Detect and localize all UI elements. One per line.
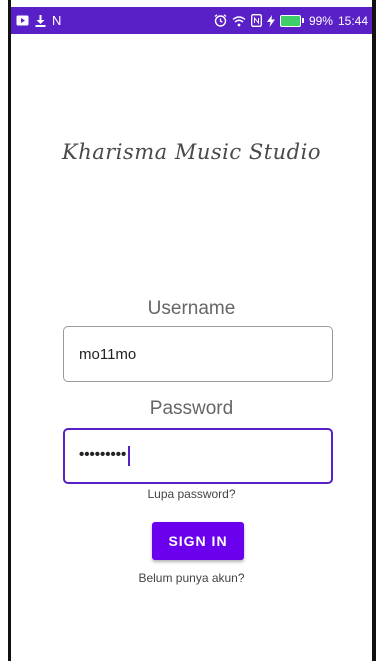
username-field[interactable]: mo11mo	[63, 326, 333, 382]
wifi-icon	[232, 13, 246, 29]
status-time: 15:44	[337, 13, 368, 28]
frame-right	[372, 0, 376, 661]
password-field[interactable]: •••••••••	[63, 428, 333, 484]
sign-in-button[interactable]: SIGN IN	[152, 522, 244, 560]
battery-icon	[279, 14, 304, 27]
battery-tip	[301, 18, 304, 23]
forgot-password-link[interactable]: Lupa password?	[11, 487, 372, 501]
text-cursor	[128, 446, 131, 466]
password-masked-value: •••••••••	[79, 445, 127, 463]
frame-top	[0, 0, 376, 7]
battery-percent: 99%	[308, 13, 333, 28]
username-value: mo11mo	[79, 345, 137, 363]
status-bar: N 99% 15:44	[11, 7, 372, 34]
download-icon	[35, 13, 46, 29]
status-left-group: N	[16, 13, 61, 29]
n-icon: N	[52, 13, 62, 28]
nfc-icon	[250, 13, 262, 29]
battery-level	[279, 14, 301, 27]
register-link[interactable]: Belum punya akun?	[11, 571, 372, 585]
username-label: Username	[147, 298, 236, 319]
password-label: Password	[149, 398, 234, 419]
frame-left	[0, 0, 11, 661]
notification-square-icon	[16, 13, 29, 29]
alarm-icon	[214, 13, 227, 29]
app-title: Kharisma Music Studio	[62, 140, 321, 164]
charging-icon	[266, 13, 275, 29]
status-right-group: 99% 15:44	[214, 13, 368, 29]
